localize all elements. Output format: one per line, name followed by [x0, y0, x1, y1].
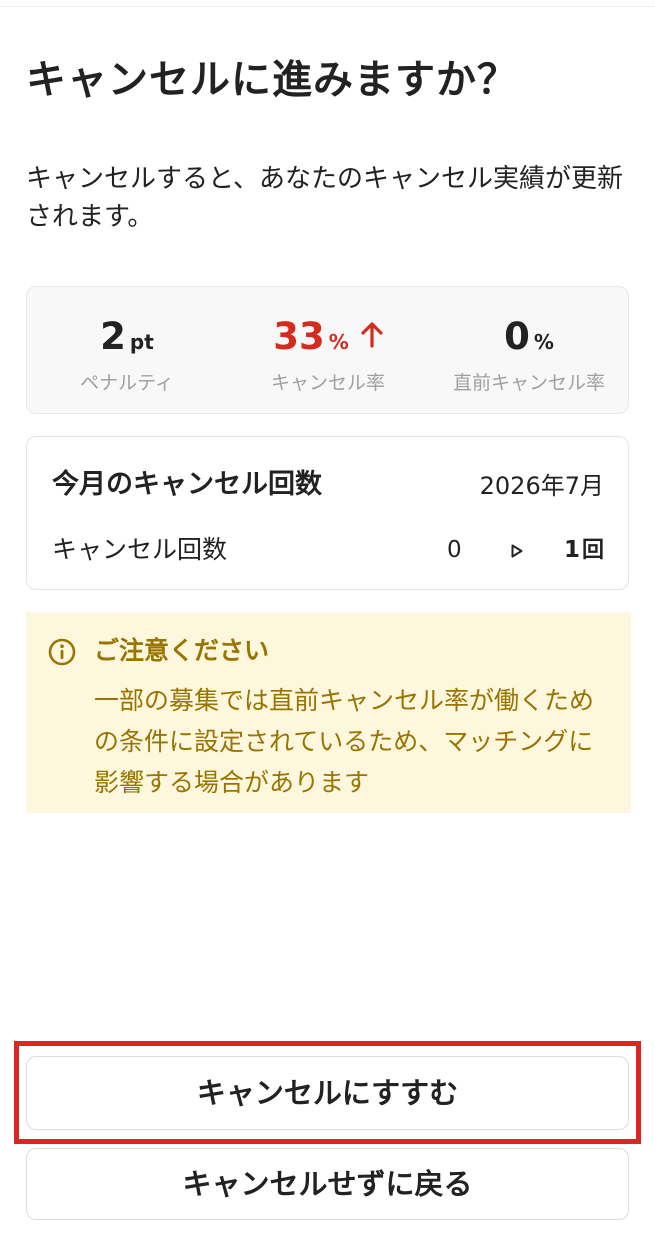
monthly-count-title: 今月のキャンセル回数: [52, 469, 322, 500]
monthly-count-row-label: キャンセル回数: [52, 535, 228, 564]
back-without-cancel-button[interactable]: キャンセルせずに戻る: [26, 1148, 629, 1220]
notice-box: ご注意ください 一部の募集では直前キャンセル率が働くための条件に設定されているた…: [26, 612, 631, 813]
monthly-count-after-unit: 回: [581, 538, 604, 563]
stat-last-minute-rate-label: 直前キャンセル率: [452, 372, 605, 394]
arrow-up-icon: [361, 312, 383, 360]
play-arrow-icon: [511, 543, 523, 558]
monthly-count-after: 1回: [563, 537, 604, 563]
monthly-count-month: 2026年7月: [479, 472, 604, 500]
stat-penalty-label: ペナルティ: [80, 372, 174, 394]
stat-penalty-value: 2 pt: [100, 315, 154, 358]
notice-body: 一部の募集では直前キャンセル率が働くための条件に設定されているため、マッチングに…: [94, 686, 595, 797]
stat-penalty-unit: pt: [129, 330, 154, 354]
stats-card: 2 pt ペナルティ 33% キャンセル率 0% 直前キャンセル率: [26, 286, 629, 414]
stat-last-minute-rate-unit: %: [533, 330, 554, 354]
stat-cancel-rate: 33% キャンセル率: [228, 287, 428, 415]
monthly-count-before: 0: [447, 537, 462, 563]
proceed-cancel-button[interactable]: キャンセルにすすむ: [26, 1056, 629, 1130]
stat-cancel-rate-unit: %: [328, 330, 349, 354]
monthly-cancel-count-card: 今月のキャンセル回数 2026年7月 キャンセル回数 0 1回: [26, 436, 629, 590]
top-divider: [0, 6, 655, 7]
page-title: キャンセルに進みますか？: [26, 57, 518, 103]
stat-last-minute-rate-value: 0%: [504, 315, 554, 358]
stat-last-minute-rate: 0% 直前キャンセル率: [429, 287, 629, 415]
stat-cancel-rate-label: キャンセル率: [270, 372, 385, 394]
stat-penalty: 2 pt ペナルティ: [27, 287, 227, 415]
stat-cancel-rate-value: 33%: [228, 313, 428, 366]
page-description: キャンセルすると、あなたのキャンセル実績が更新されます。: [26, 164, 623, 232]
info-icon: [48, 638, 76, 666]
notice-title: ご注意ください: [94, 636, 270, 665]
